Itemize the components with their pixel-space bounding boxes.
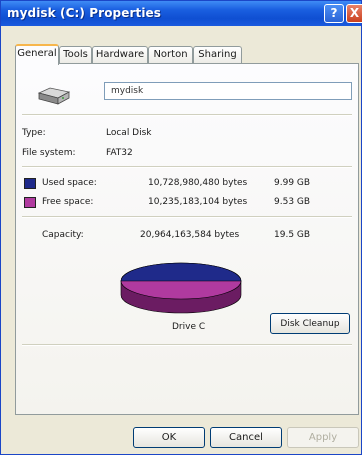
free-space-label: Free space: bbox=[42, 197, 94, 207]
ok-button[interactable]: OK bbox=[133, 427, 205, 448]
separator bbox=[22, 216, 352, 218]
free-space-bytes: 10,235,183,104 bytes bbox=[148, 197, 248, 207]
type-value: Local Disk bbox=[106, 128, 152, 138]
volume-name-input[interactable] bbox=[104, 82, 352, 100]
capacity-bytes: 20,964,163,584 bytes bbox=[140, 230, 240, 240]
free-space-size: 9.53 GB bbox=[274, 197, 311, 207]
used-space-label: Used space: bbox=[42, 178, 97, 188]
used-space-bytes: 10,728,980,480 bytes bbox=[148, 178, 248, 188]
title-bar[interactable]: mydisk (C:) Properties ? X bbox=[1, 1, 362, 26]
type-label: Type: bbox=[22, 128, 46, 138]
separator bbox=[22, 114, 352, 116]
tab-norton[interactable]: Norton bbox=[148, 46, 193, 63]
used-space-swatch bbox=[24, 178, 36, 189]
disk-cleanup-button[interactable]: Disk Cleanup bbox=[270, 313, 350, 334]
properties-dialog: mydisk (C:) Properties ? X General Tools… bbox=[0, 0, 362, 455]
free-space-swatch bbox=[24, 197, 36, 208]
capacity-label: Capacity: bbox=[42, 230, 84, 240]
separator bbox=[22, 166, 352, 168]
file-system-label: File system: bbox=[22, 148, 76, 158]
separator bbox=[22, 344, 352, 346]
used-space-size: 9.99 GB bbox=[274, 178, 311, 188]
general-tab-panel: Type: Local Disk File system: FAT32 Used… bbox=[15, 63, 359, 415]
tab-tools[interactable]: Tools bbox=[59, 46, 92, 63]
tab-hardware[interactable]: Hardware bbox=[92, 46, 148, 63]
drive-label: Drive C bbox=[172, 322, 206, 332]
hard-drive-icon bbox=[37, 87, 71, 105]
window-title: mydisk (C:) Properties bbox=[7, 6, 162, 20]
file-system-value: FAT32 bbox=[106, 148, 133, 158]
tab-general[interactable]: General bbox=[15, 44, 59, 65]
used-space-slice bbox=[120, 262, 242, 282]
cancel-button[interactable]: Cancel bbox=[210, 427, 282, 448]
tab-sharing[interactable]: Sharing bbox=[193, 46, 242, 63]
apply-button[interactable]: Apply bbox=[287, 427, 359, 448]
help-button[interactable]: ? bbox=[324, 4, 344, 23]
close-button[interactable]: X bbox=[346, 4, 362, 23]
capacity-size: 19.5 GB bbox=[274, 230, 311, 240]
disk-usage-pie-chart bbox=[120, 262, 242, 314]
